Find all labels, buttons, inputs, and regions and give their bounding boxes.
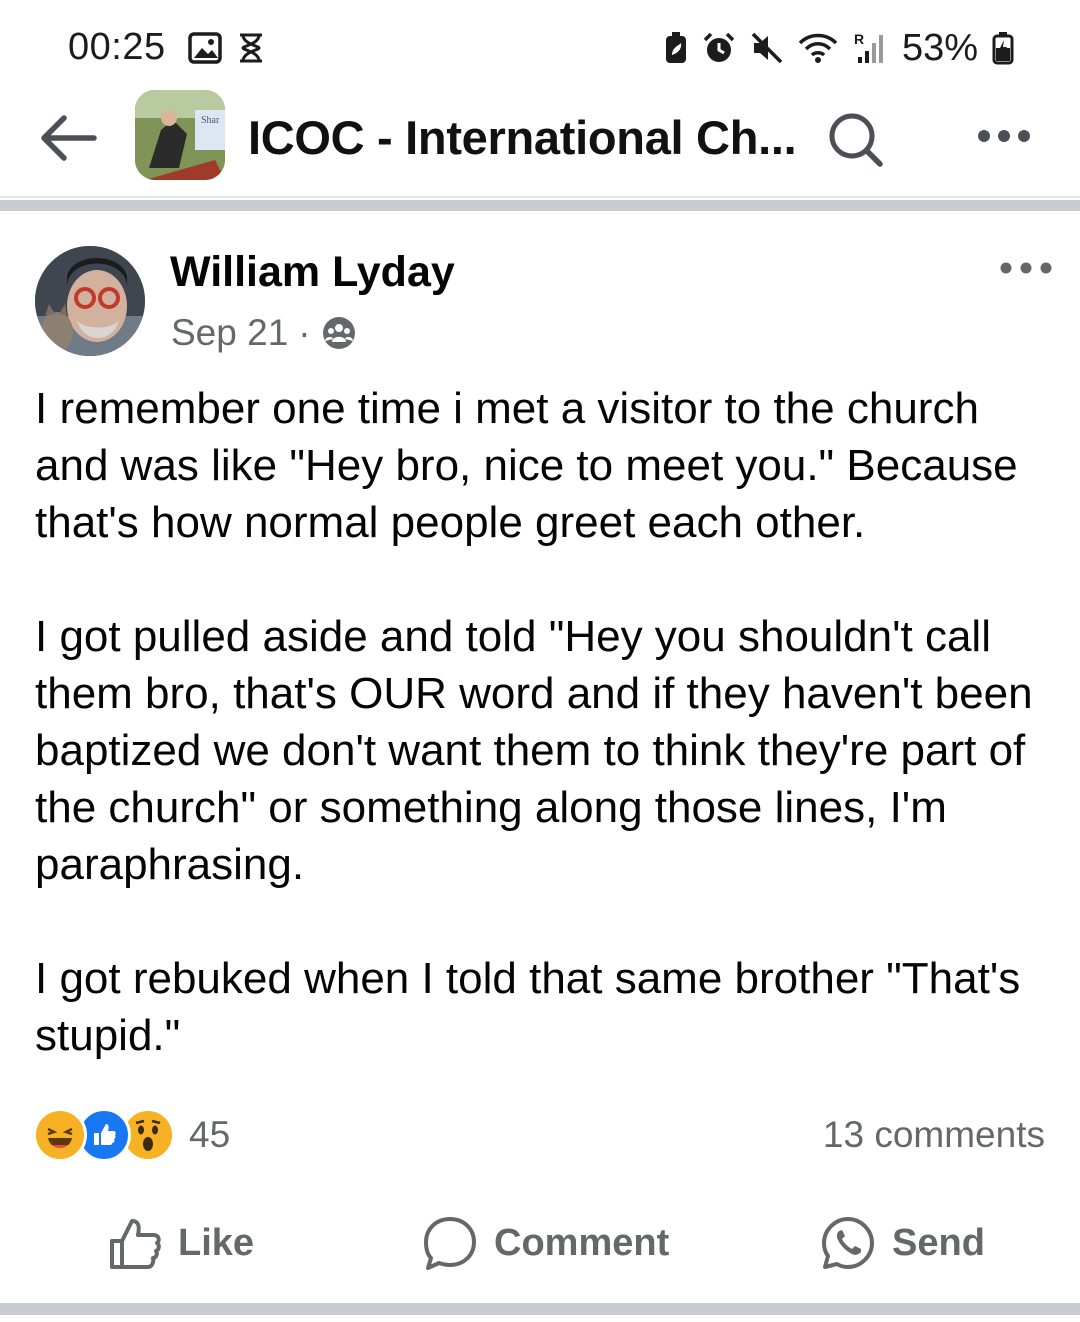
group-thumbnail[interactable]: Shar [135, 90, 225, 180]
send-button[interactable]: Send [818, 1208, 985, 1278]
group-photo: Shar [135, 90, 225, 180]
post-more-icon[interactable] [996, 250, 1056, 286]
post-paragraph: I remember one time i met a visitor to t… [35, 384, 1018, 547]
alarm-icon [703, 32, 735, 62]
image-icon [188, 32, 222, 64]
group-icon [322, 317, 355, 349]
like-icon [110, 1219, 161, 1269]
post-meta: Sep 21 · [171, 312, 357, 354]
battery-saver-icon [665, 32, 686, 63]
hourglass-icon [240, 33, 262, 63]
battery-percent: 53% [901, 26, 978, 69]
avatar[interactable] [35, 246, 145, 356]
haha-reaction-icon [33, 1108, 87, 1162]
comment-label: Comment [494, 1221, 670, 1264]
post-body: I remember one time i met a visitor to t… [35, 380, 1055, 1064]
like-button[interactable]: Like [108, 1208, 254, 1278]
whatsapp-icon [822, 1217, 874, 1269]
comment-count[interactable]: 13 comments [823, 1114, 1045, 1156]
mute-icon [751, 32, 783, 64]
post-paragraph: I got rebuked when I told that same brot… [35, 954, 1021, 1060]
svg-text:R: R [854, 31, 864, 47]
more-icon[interactable] [972, 118, 1036, 154]
avatar-photo [35, 246, 145, 356]
reactions-summary[interactable]: 45 [33, 1108, 230, 1162]
send-label: Send [892, 1221, 985, 1264]
section-divider [0, 200, 1080, 211]
post-date[interactable]: Sep 21 [171, 312, 288, 354]
like-label: Like [178, 1221, 255, 1264]
author-name[interactable]: William Lyday [170, 248, 455, 297]
wifi-icon [798, 33, 838, 63]
battery-icon [992, 32, 1014, 65]
post-paragraph: I got pulled aside and told "Hey you sho… [35, 612, 1033, 889]
back-arrow-icon[interactable] [36, 106, 100, 170]
comment-icon [424, 1217, 476, 1270]
status-time: 00:25 [68, 26, 166, 68]
comment-button[interactable]: Comment [420, 1208, 669, 1278]
bottom-divider [0, 1303, 1080, 1315]
reaction-count[interactable]: 45 [189, 1114, 230, 1156]
signal-icon: R [854, 31, 883, 63]
search-icon[interactable] [824, 108, 888, 172]
header-divider [0, 196, 1080, 198]
status-icons: R 53% [664, 22, 1014, 74]
meta-separator: · [298, 312, 311, 353]
group-title[interactable]: ICOC - International Ch... [248, 110, 797, 165]
thumbnail-text: Shar [201, 115, 220, 126]
